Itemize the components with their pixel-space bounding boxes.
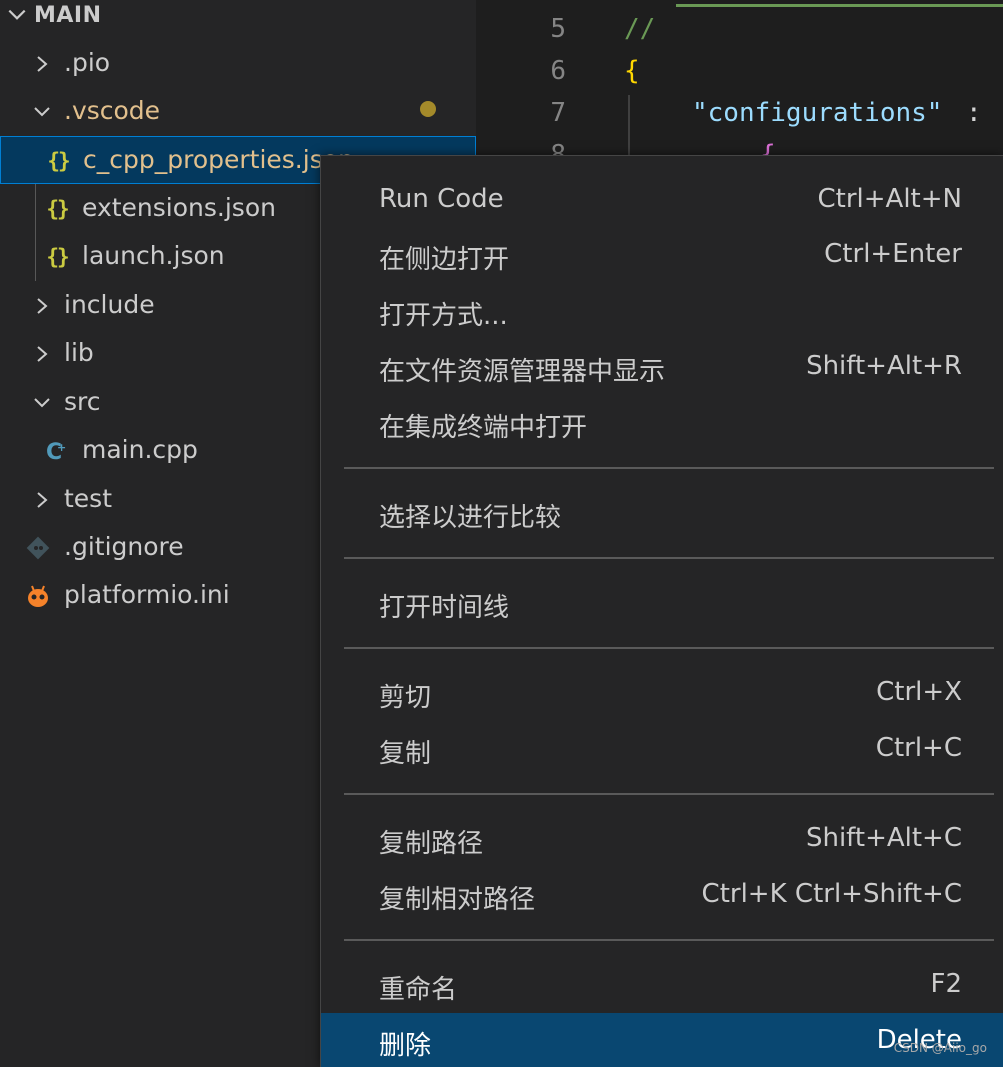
chevron-down-icon — [34, 398, 50, 408]
code-key: "configurations" — [692, 98, 943, 128]
menu-item-label: 删除 — [379, 1031, 432, 1061]
tree-item-label: .vscode — [64, 96, 161, 125]
tree-folder-vscode[interactable]: .vscode — [0, 88, 476, 136]
menu-item-label: 在侧边打开 — [379, 245, 510, 275]
tree-item-label: c_cpp_properties.json — [83, 145, 354, 174]
json-file-icon: {} — [47, 149, 70, 173]
watermark: CSDN @Aiio_go — [893, 1041, 987, 1055]
platformio-icon — [25, 583, 51, 609]
menu-item-shortcut: Shift+Alt+R — [806, 351, 962, 381]
menu-item-label: 打开方式... — [379, 301, 508, 331]
menu-item-open-in-terminal[interactable]: 在集成终端中打开 — [321, 395, 1003, 451]
json-file-icon: {} — [46, 197, 69, 221]
chevron-right-icon — [37, 298, 48, 314]
tree-item-label: src — [64, 387, 101, 416]
chevron-down-icon — [8, 9, 26, 20]
context-menu: Run Code Ctrl+Alt+N 在侧边打开 Ctrl+Enter 打开方… — [320, 155, 1003, 1067]
line-number: 6 — [550, 56, 566, 86]
tree-item-label: include — [64, 290, 155, 319]
svg-text:+: + — [57, 441, 66, 454]
section-title: MAIN — [34, 3, 102, 28]
menu-item-rename[interactable]: 重命名 F2 — [321, 957, 1003, 1013]
line-number: 7 — [550, 98, 566, 128]
chevron-right-icon — [37, 492, 48, 508]
menu-item-label: 剪切 — [379, 683, 432, 713]
line-number: 5 — [550, 14, 566, 44]
chevron-right-icon — [37, 56, 48, 72]
menu-item-open-with[interactable]: 打开方式... — [321, 283, 1003, 339]
menu-item-run-code[interactable]: Run Code Ctrl+Alt+N — [321, 172, 1003, 228]
menu-item-label: 选择以进行比较 — [379, 503, 562, 533]
menu-item-shortcut: Shift+Alt+C — [805, 823, 962, 853]
modified-dot-icon — [420, 101, 436, 117]
tree-item-label: main.cpp — [82, 435, 198, 464]
tree-item-label: test — [64, 484, 113, 513]
tree-item-label: platformio.ini — [64, 580, 230, 609]
chevron-right-icon — [37, 346, 48, 362]
git-icon — [25, 535, 51, 561]
menu-item-shortcut: Ctrl+Alt+N — [817, 184, 963, 214]
chevron-down-icon — [34, 107, 50, 117]
menu-item-cut[interactable]: 剪切 Ctrl+X — [321, 665, 1003, 721]
menu-separator — [344, 557, 994, 559]
menu-item-select-for-compare[interactable]: 选择以进行比较 — [321, 485, 1003, 541]
code-line: // — [624, 14, 656, 44]
tree-item-label: .gitignore — [64, 532, 184, 561]
menu-item-shortcut: F2 — [930, 969, 963, 999]
tree-folder-pio[interactable]: .pio — [0, 40, 476, 88]
code-line: { — [624, 56, 640, 86]
menu-item-shortcut: Ctrl+K Ctrl+Shift+C — [701, 879, 962, 909]
menu-item-label: 复制路径 — [379, 829, 484, 859]
tree-item-label: lib — [64, 338, 94, 367]
tree-item-label: extensions.json — [82, 193, 276, 222]
menu-item-open-timeline[interactable]: 打开时间线 — [321, 575, 1003, 631]
menu-item-label: 打开时间线 — [379, 593, 510, 623]
menu-item-label: 在文件资源管理器中显示 — [379, 357, 666, 387]
menu-item-reveal-in-explorer[interactable]: 在文件资源管理器中显示 Shift+Alt+R — [321, 339, 1003, 395]
menu-item-label: 复制相对路径 — [379, 885, 536, 915]
menu-separator — [344, 939, 994, 941]
tree-item-label: .pio — [64, 48, 111, 77]
menu-separator — [344, 793, 994, 795]
tree-item-label: launch.json — [82, 241, 225, 270]
menu-item-copy-path[interactable]: 复制路径 Shift+Alt+C — [321, 811, 1003, 867]
menu-item-open-to-side[interactable]: 在侧边打开 Ctrl+Enter — [321, 227, 1003, 283]
menu-item-label: Run Code — [379, 184, 504, 214]
menu-item-delete[interactable]: 删除 Delete — [321, 1013, 1003, 1067]
cpp-file-icon: C + — [44, 438, 70, 464]
menu-item-shortcut: Ctrl+Enter — [824, 239, 962, 269]
menu-item-copy[interactable]: 复制 Ctrl+C — [321, 721, 1003, 777]
menu-item-label: 复制 — [379, 739, 432, 769]
menu-separator — [344, 467, 994, 469]
menu-separator — [344, 647, 994, 649]
menu-item-shortcut: Ctrl+C — [875, 733, 962, 763]
menu-item-label: 在集成终端中打开 — [379, 413, 588, 443]
explorer-section-header[interactable]: MAIN — [0, 0, 476, 32]
menu-item-label: 重命名 — [379, 975, 458, 1005]
comment-fragment — [676, 0, 1003, 7]
json-file-icon: {} — [46, 245, 69, 269]
code-punct: : — [966, 98, 982, 128]
menu-item-copy-relative-path[interactable]: 复制相对路径 Ctrl+K Ctrl+Shift+C — [321, 867, 1003, 923]
menu-item-shortcut: Ctrl+X — [876, 677, 962, 707]
